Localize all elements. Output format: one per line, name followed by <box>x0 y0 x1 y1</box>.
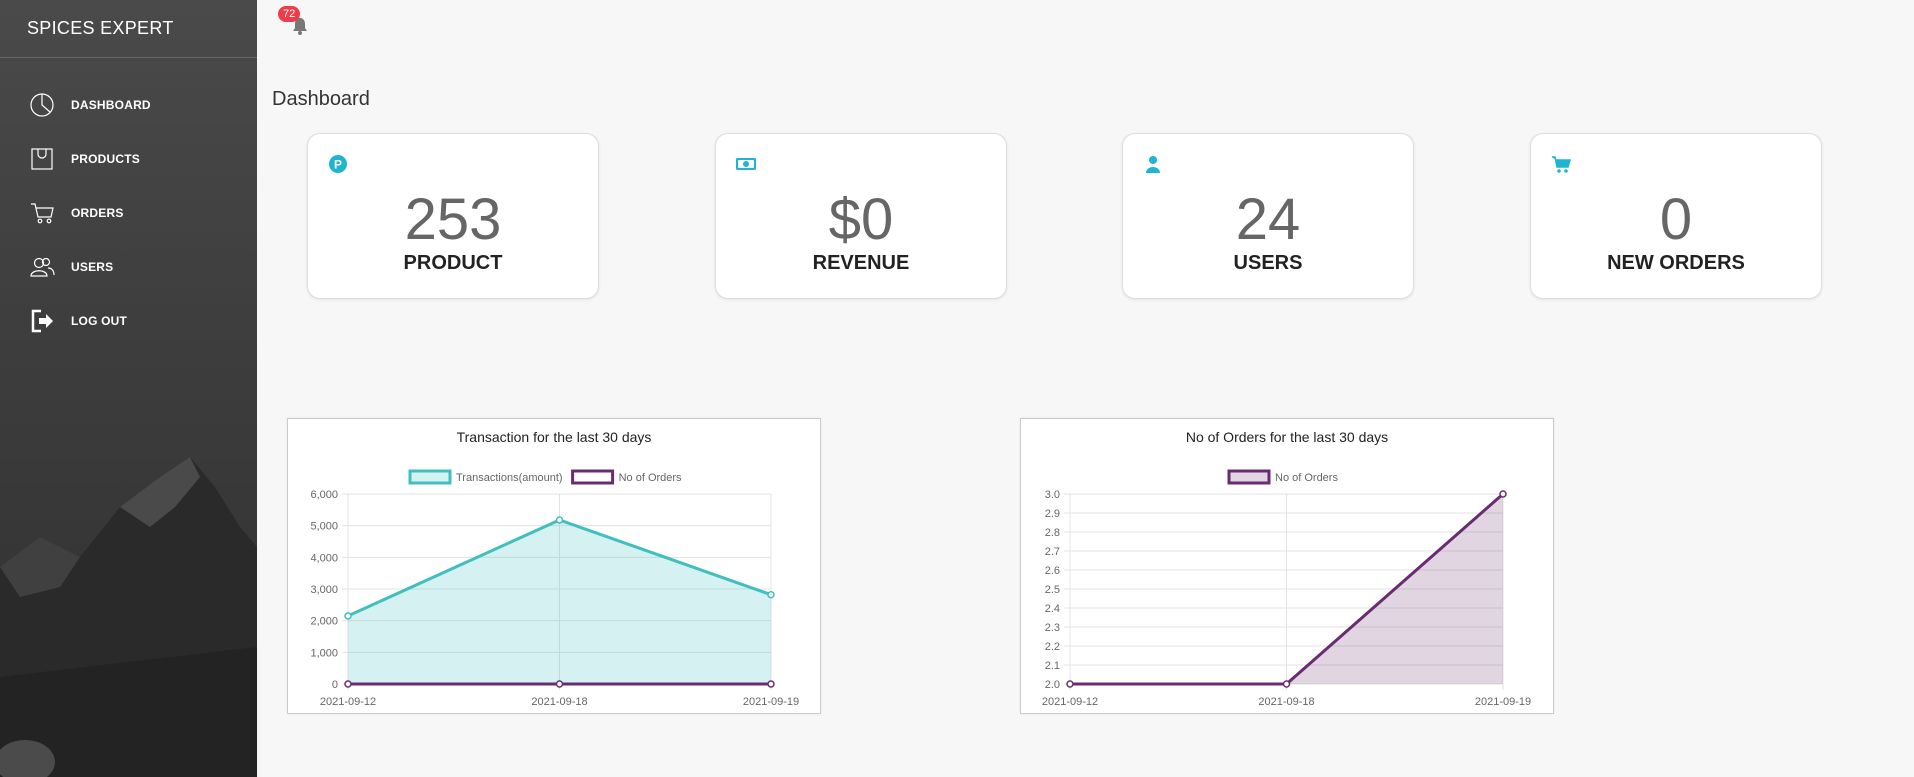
cart-icon <box>1552 156 1571 173</box>
y-tick-label: 2.2 <box>1045 641 1060 653</box>
stat-card-new-orders[interactable]: 0 NEW ORDERS <box>1530 133 1822 299</box>
stat-card-users[interactable]: 24 USERS <box>1122 133 1414 299</box>
data-point <box>767 590 775 599</box>
data-point <box>1282 680 1291 688</box>
notifications-button[interactable]: 72 <box>278 6 312 36</box>
stat-value: 24 <box>1235 187 1301 252</box>
legend-label: No of Orders <box>1275 472 1338 484</box>
data-point <box>344 612 352 620</box>
legend-swatch <box>571 469 615 485</box>
series-area <box>348 519 771 684</box>
sidebar-item-label: USERS <box>71 260 114 274</box>
chart-title: No of Orders for the last 30 days <box>1186 429 1388 445</box>
notification-count-badge: 72 <box>278 6 301 22</box>
stat-label: NEW ORDERS <box>1607 252 1745 274</box>
pie-chart-icon <box>28 91 56 119</box>
sidebar-item-label: LOG OUT <box>71 314 128 328</box>
y-tick-label: 3.0 <box>1045 489 1060 501</box>
orders-chart: No of Orders for the last 30 days No of O… <box>1042 429 1531 708</box>
y-tick-label: 2.9 <box>1045 508 1060 520</box>
x-tick-label: 2021-09-12 <box>1042 696 1098 708</box>
y-tick-label: 4,000 <box>310 552 338 564</box>
logout-icon <box>28 307 56 335</box>
sidebar: SPICES EXPERT DASHBOARD PRODUCTS ORDERS … <box>0 0 257 777</box>
sidebar-item-products[interactable]: PRODUCTS <box>0 132 257 186</box>
y-tick-label: 2,000 <box>310 616 338 628</box>
user-icon <box>1146 156 1160 173</box>
y-tick-label: 1,000 <box>310 647 338 659</box>
page-title: Dashboard <box>272 88 370 110</box>
data-point <box>555 516 564 524</box>
y-tick-label: 3,000 <box>310 584 338 596</box>
x-tick-label: 2021-09-18 <box>1258 696 1314 708</box>
stat-label: PRODUCT <box>403 252 503 274</box>
brand-title[interactable]: SPICES EXPERT <box>0 0 257 58</box>
data-point <box>767 680 775 688</box>
y-tick-label: 2.6 <box>1045 565 1060 577</box>
cart-icon <box>28 199 56 227</box>
sidebar-background-image <box>0 457 257 777</box>
sidebar-item-label: ORDERS <box>71 206 124 220</box>
legend-label: Transactions(amount) <box>456 472 563 484</box>
sidebar-item-label: DASHBOARD <box>71 98 151 112</box>
legend-swatch <box>1227 469 1271 485</box>
x-tick-label: 2021-09-19 <box>743 696 799 708</box>
sidebar-item-logout[interactable]: LOG OUT <box>0 294 257 348</box>
legend-swatch <box>408 469 452 485</box>
sidebar-item-users[interactable]: USERS <box>0 240 257 294</box>
product-p-icon: P <box>329 155 347 173</box>
stat-card-revenue[interactable]: $0 REVENUE <box>715 133 1007 299</box>
stat-value: $0 <box>828 187 894 252</box>
svg-text:P: P <box>334 158 342 172</box>
x-tick-label: 2021-09-12 <box>320 696 376 708</box>
stat-card-product[interactable]: P 253 PRODUCT <box>307 133 599 299</box>
data-point <box>555 680 564 688</box>
sidebar-item-dashboard[interactable]: DASHBOARD <box>0 78 257 132</box>
x-tick-label: 2021-09-18 <box>531 696 587 708</box>
transactions-chart-card: Transaction for the last 30 days Transact… <box>287 418 821 714</box>
legend-label: No of Orders <box>619 472 682 484</box>
sidebar-item-orders[interactable]: ORDERS <box>0 186 257 240</box>
y-tick-label: 6,000 <box>310 489 338 501</box>
y-tick-label: 2.8 <box>1045 527 1060 539</box>
money-icon <box>736 158 756 170</box>
y-tick-label: 5,000 <box>310 521 338 533</box>
users-icon <box>28 253 56 281</box>
stat-value: 253 <box>404 187 502 252</box>
data-point <box>344 680 352 688</box>
sidebar-nav: DASHBOARD PRODUCTS ORDERS USERS LOG OUT <box>0 78 257 348</box>
y-tick-label: 2.0 <box>1045 679 1060 691</box>
stat-label: REVENUE <box>812 252 910 274</box>
stat-label: USERS <box>1233 252 1303 274</box>
sidebar-item-label: PRODUCTS <box>71 152 140 166</box>
x-tick-label: 2021-09-19 <box>1475 696 1531 708</box>
y-tick-label: 2.3 <box>1045 622 1060 634</box>
orders-chart-card: No of Orders for the last 30 days No of O… <box>1020 418 1554 714</box>
stat-value: 0 <box>1659 187 1693 252</box>
data-point <box>1066 680 1074 688</box>
y-tick-label: 2.1 <box>1045 660 1060 672</box>
transactions-chart: Transaction for the last 30 days Transact… <box>310 429 799 708</box>
shopping-bag-icon <box>28 145 56 173</box>
y-tick-label: 0 <box>332 679 338 691</box>
y-tick-label: 2.7 <box>1045 546 1060 558</box>
chart-title: Transaction for the last 30 days <box>457 429 652 445</box>
y-tick-label: 2.4 <box>1045 603 1060 615</box>
y-tick-label: 2.5 <box>1045 584 1060 596</box>
data-point <box>1499 490 1507 498</box>
